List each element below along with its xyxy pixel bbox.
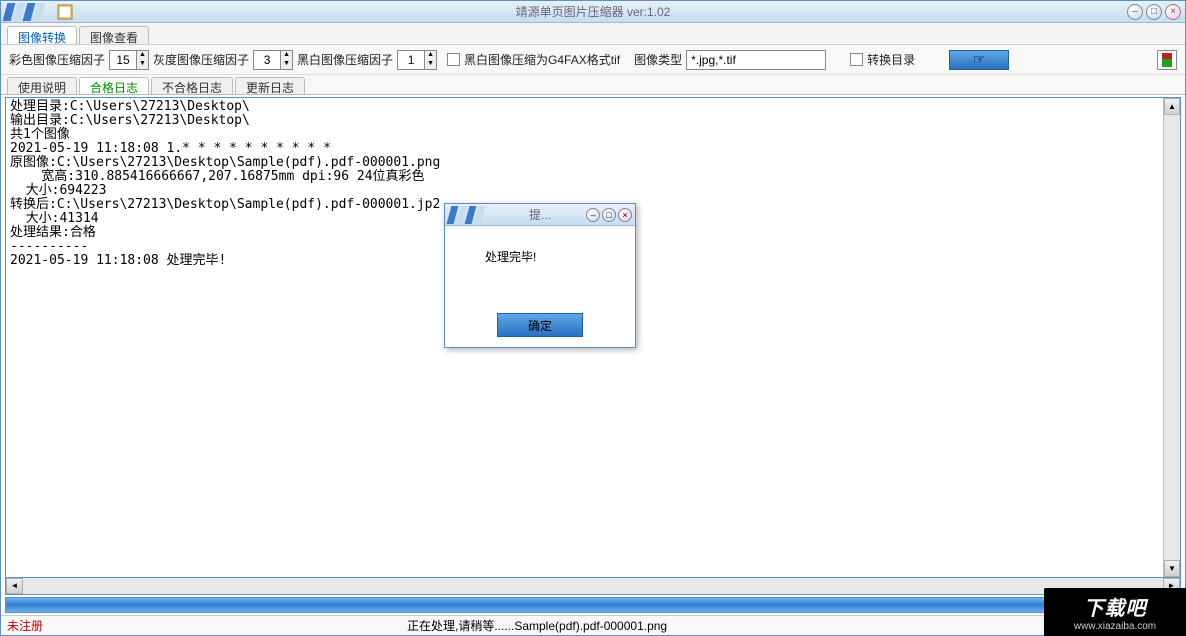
spinner-down-icon[interactable]: ▼ [137,60,148,69]
vertical-scrollbar[interactable]: ▲ ▼ [1163,98,1180,577]
log-tab-bar: 使用说明 合格日志 不合格日志 更新日志 [1,75,1185,95]
gray-factor-input[interactable] [254,51,280,69]
tab-image-view[interactable]: 图像查看 [79,26,149,44]
color-factor-label: 彩色图像压缩因子 [9,51,105,68]
scroll-up-icon[interactable]: ▲ [1164,98,1180,115]
watermark: 下载吧 www.xiazaiba.com [1044,588,1186,636]
convert-dir-checkbox[interactable] [850,53,863,66]
dialog-titlebar: 提... – □ × [445,204,635,226]
horizontal-scrollbar[interactable]: ◄ ► [5,578,1181,595]
tab-update-log[interactable]: 更新日志 [235,77,305,94]
status-registration: 未注册 [7,617,407,634]
color-factor-input[interactable] [110,51,136,69]
scroll-left-icon[interactable]: ◄ [6,578,23,594]
scroll-down-icon[interactable]: ▼ [1164,560,1180,577]
bw-factor-spinner[interactable]: ▲▼ [397,50,437,70]
titlebar: 靖源单页图片压缩器 ver:1.02 – □ × [1,1,1185,23]
progress-row [5,597,1181,615]
run-button[interactable]: ☞ [949,50,1009,70]
close-button[interactable]: × [1165,4,1181,20]
dialog-ok-button[interactable]: 确定 [497,313,583,337]
dialog-title: 提... [529,206,551,223]
tab-image-convert[interactable]: 图像转换 [7,26,77,44]
watermark-text: 下载吧 [1084,592,1147,621]
tab-pass-log[interactable]: 合格日志 [79,77,149,94]
bw-factor-input[interactable] [398,51,424,69]
spinner-down-icon[interactable]: ▼ [425,60,436,69]
dialog-close-button[interactable]: × [618,208,632,222]
dialog-maximize-button[interactable]: □ [602,208,616,222]
main-tab-bar: 图像转换 图像查看 [1,23,1185,45]
bw-g4fax-label: 黑白图像压缩为G4FAX格式tif [464,51,620,68]
image-type-input[interactable] [686,50,826,70]
spinner-up-icon[interactable]: ▲ [281,51,292,60]
scrollbar-track[interactable] [1164,115,1180,560]
hand-point-icon: ☞ [973,51,986,68]
bw-g4fax-checkbox[interactable] [447,53,460,66]
image-type-label: 图像类型 [634,51,682,68]
dialog-message: 处理完毕! [445,226,635,303]
gray-factor-spinner[interactable]: ▲▼ [253,50,293,70]
spinner-down-icon[interactable]: ▼ [281,60,292,69]
status-processing: 正在处理,请稍等......Sample(pdf).pdf-000001.png [407,617,667,634]
message-dialog: 提... – □ × 处理完毕! 确定 [444,203,636,348]
dialog-decoration [445,204,483,225]
titlebar-decoration [1,1,51,22]
minimize-button[interactable]: – [1127,4,1143,20]
stop-button[interactable] [1157,50,1177,70]
window-controls: – □ × [1127,4,1181,20]
tab-usage[interactable]: 使用说明 [7,77,77,94]
progress-bar [5,597,1181,613]
color-factor-spinner[interactable]: ▲▼ [109,50,149,70]
gray-factor-label: 灰度图像压缩因子 [153,51,249,68]
statusbar: 未注册 正在处理,请稍等......Sample(pdf).pdf-000001… [1,615,1185,635]
toolbar: 彩色图像压缩因子 ▲▼ 灰度图像压缩因子 ▲▼ 黑白图像压缩因子 ▲▼ 黑白图像… [1,45,1185,75]
dialog-minimize-button[interactable]: – [586,208,600,222]
dialog-controls: – □ × [586,208,632,222]
bw-factor-label: 黑白图像压缩因子 [297,51,393,68]
tab-fail-log[interactable]: 不合格日志 [151,77,233,94]
window-title: 靖源单页图片压缩器 ver:1.02 [516,3,671,20]
maximize-button[interactable]: □ [1146,4,1162,20]
stop-icon [1162,59,1172,67]
scrollbar-track[interactable] [23,578,1163,594]
spinner-up-icon[interactable]: ▲ [425,51,436,60]
dialog-footer: 确定 [445,303,635,347]
convert-dir-label: 转换目录 [867,51,915,68]
app-icon [57,4,73,20]
spinner-up-icon[interactable]: ▲ [137,51,148,60]
watermark-url: www.xiazaiba.com [1074,621,1156,632]
